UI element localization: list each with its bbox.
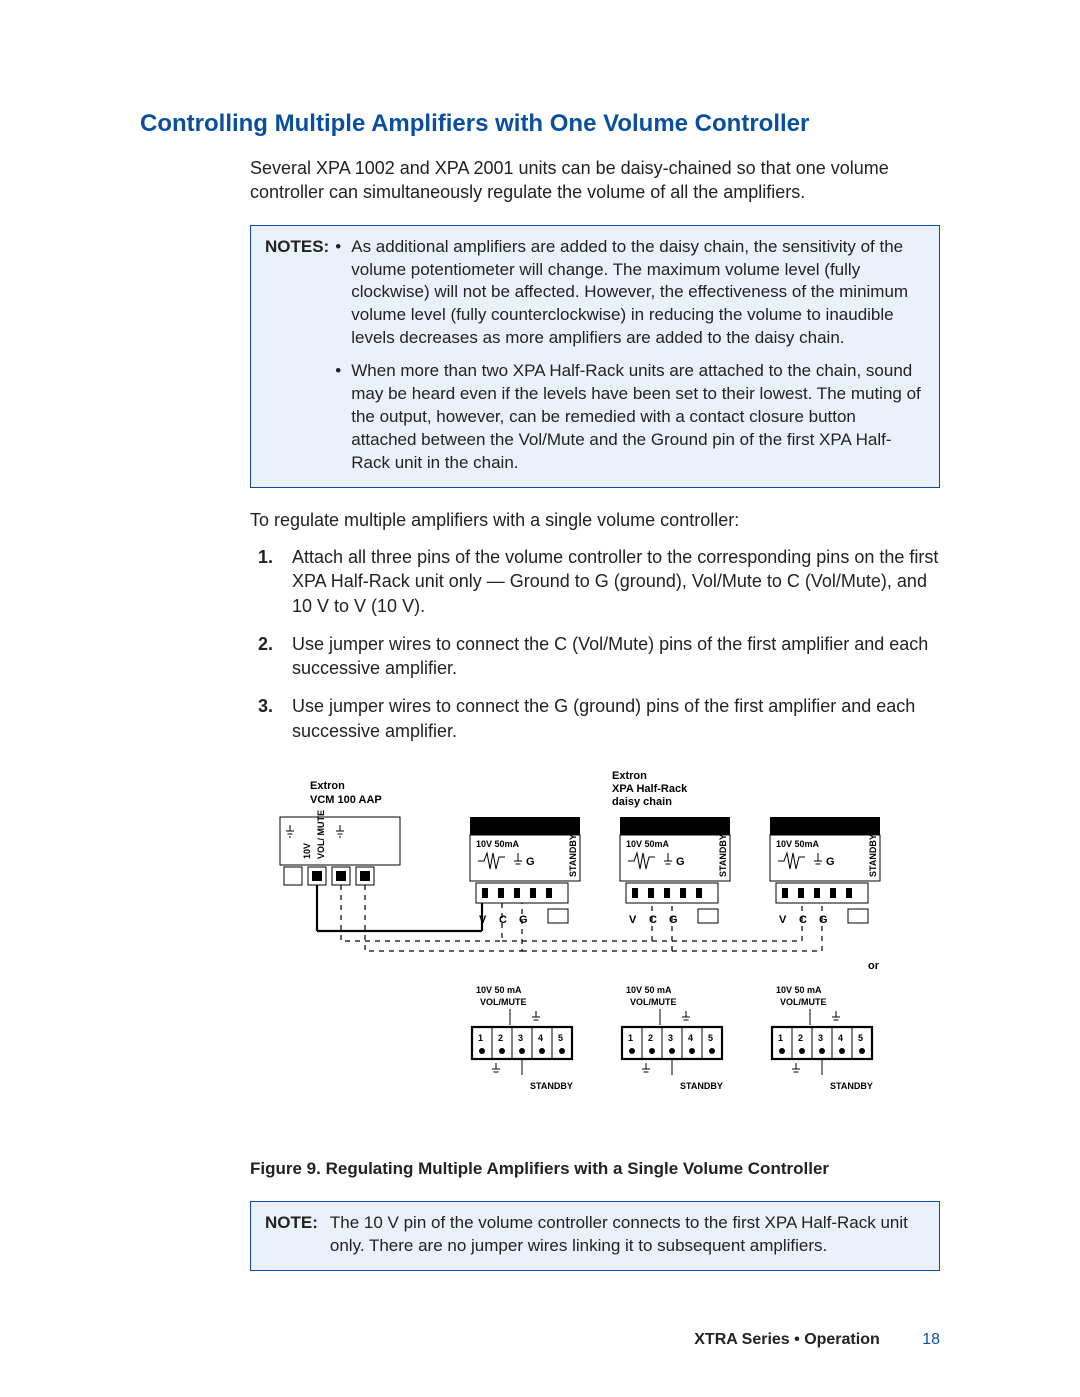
remote-block: REMOTE 10V 50mA STANDBY G V C G [470,817,580,926]
svg-text:VOL/MUTE: VOL/MUTE [630,997,677,1007]
lead-paragraph: To regulate multiple amplifiers with a s… [250,510,940,531]
svg-text:3: 3 [518,1033,523,1043]
svg-text:STANDBY: STANDBY [530,1081,573,1091]
step-item: Use jumper wires to connect the G (groun… [258,694,940,743]
svg-text:4: 4 [538,1033,543,1043]
svg-text:REMOTE: REMOTE [643,819,699,834]
figure-title: Regulating Multiple Amplifiers with a Si… [321,1159,829,1178]
chain-label: daisy chain [612,796,672,808]
svg-text:STANDBY: STANDBY [568,834,578,877]
remote-block: REMOTE 10V 50mA STANDBY G V C G [770,817,880,926]
svg-text:G: G [526,856,535,868]
svg-text:V: V [629,914,637,926]
svg-text:C: C [499,914,507,926]
svg-text:1: 1 [778,1033,783,1043]
svg-text:1: 1 [628,1033,633,1043]
note-text: The 10 V pin of the volume controller co… [330,1212,925,1258]
footer-page-number: 18 [922,1331,940,1348]
svg-text:5: 5 [558,1033,563,1043]
svg-text:2: 2 [648,1033,653,1043]
remote-block: REMOTE 10V 50mA STANDBY G V C G [620,817,730,926]
svg-text:G: G [819,914,828,926]
svg-text:STANDBY: STANDBY [868,834,878,877]
page: Controlling Multiple Amplifiers with One… [0,0,1080,1397]
svg-text:10V 50 mA: 10V 50 mA [626,985,672,995]
svg-text:STANDBY: STANDBY [718,834,728,877]
svg-text:REMOTE: REMOTE [793,819,849,834]
alt-connector: 10V 50 mA VOL/MUTE 1 2 3 4 5 STANDBY [622,985,723,1091]
svg-text:2: 2 [498,1033,503,1043]
page-footer: XTRA Series • Operation 18 [694,1331,940,1349]
svg-text:5: 5 [708,1033,713,1043]
notes-list: As additional amplifiers are added to th… [335,236,925,475]
or-label: or [868,960,880,972]
svg-text:G: G [519,914,528,926]
svg-text:VOL/MUTE: VOL/MUTE [780,997,827,1007]
svg-text:4: 4 [838,1033,843,1043]
chain-brand: Extron [612,771,647,782]
svg-text:REMOTE: REMOTE [493,819,549,834]
svg-text:C: C [649,914,657,926]
svg-text:1: 1 [478,1033,483,1043]
vcm-brand: Extron [310,780,345,792]
alt-connector: 10V 50 mA VOL/MUTE 1 2 3 4 5 STANDBY [472,985,573,1091]
figure-number: Figure 9. [250,1159,321,1178]
steps-list: Attach all three pins of the volume cont… [258,545,940,743]
alt-connector: 10V 50 mA VOL/MUTE 1 2 3 4 5 STANDBY [772,985,873,1091]
svg-text:STANDBY: STANDBY [830,1081,873,1091]
figure-9: Extron VCM 100 AAP 10V VOL/ MUTE Extr [250,771,940,1131]
svg-text:G: G [826,856,835,868]
diagram-svg: Extron VCM 100 AAP 10V VOL/ MUTE Extr [250,771,890,1131]
svg-text:4: 4 [688,1033,693,1043]
vcm-pin-label: 10V [302,843,312,859]
notes-label: NOTES: [265,236,329,475]
svg-text:2: 2 [798,1033,803,1043]
note-callout: NOTE: The 10 V pin of the volume control… [250,1201,940,1271]
notes-callout: NOTES: As additional amplifiers are adde… [250,225,940,488]
notes-item: When more than two XPA Half-Rack units a… [335,360,925,475]
section-heading: Controlling Multiple Amplifiers with One… [140,110,940,138]
figure-caption: Figure 9. Regulating Multiple Amplifiers… [250,1159,940,1179]
notes-item: As additional amplifiers are added to th… [335,236,925,351]
svg-text:3: 3 [818,1033,823,1043]
svg-text:3: 3 [668,1033,673,1043]
svg-text:V: V [779,914,787,926]
vcm-pin-label: VOL/ MUTE [316,810,326,859]
svg-text:STANDBY: STANDBY [680,1081,723,1091]
svg-text:10V 50 mA: 10V 50 mA [776,985,822,995]
step-item: Use jumper wires to connect the C (Vol/M… [258,632,940,681]
intro-paragraph: Several XPA 1002 and XPA 2001 units can … [250,156,940,205]
svg-text:10V 50mA: 10V 50mA [476,839,520,849]
svg-text:10V 50mA: 10V 50mA [626,839,670,849]
chain-model: XPA Half-Rack [612,783,688,795]
svg-text:5: 5 [858,1033,863,1043]
step-item: Attach all three pins of the volume cont… [258,545,940,618]
svg-text:10V 50 mA: 10V 50 mA [476,985,522,995]
svg-text:G: G [669,914,678,926]
svg-text:G: G [676,856,685,868]
svg-text:10V 50mA: 10V 50mA [776,839,820,849]
vcm-model: VCM 100 AAP [310,794,382,806]
footer-title: XTRA Series • Operation [694,1331,880,1348]
note-label: NOTE: [265,1212,318,1258]
svg-text:C: C [799,914,807,926]
svg-text:VOL/MUTE: VOL/MUTE [480,997,527,1007]
